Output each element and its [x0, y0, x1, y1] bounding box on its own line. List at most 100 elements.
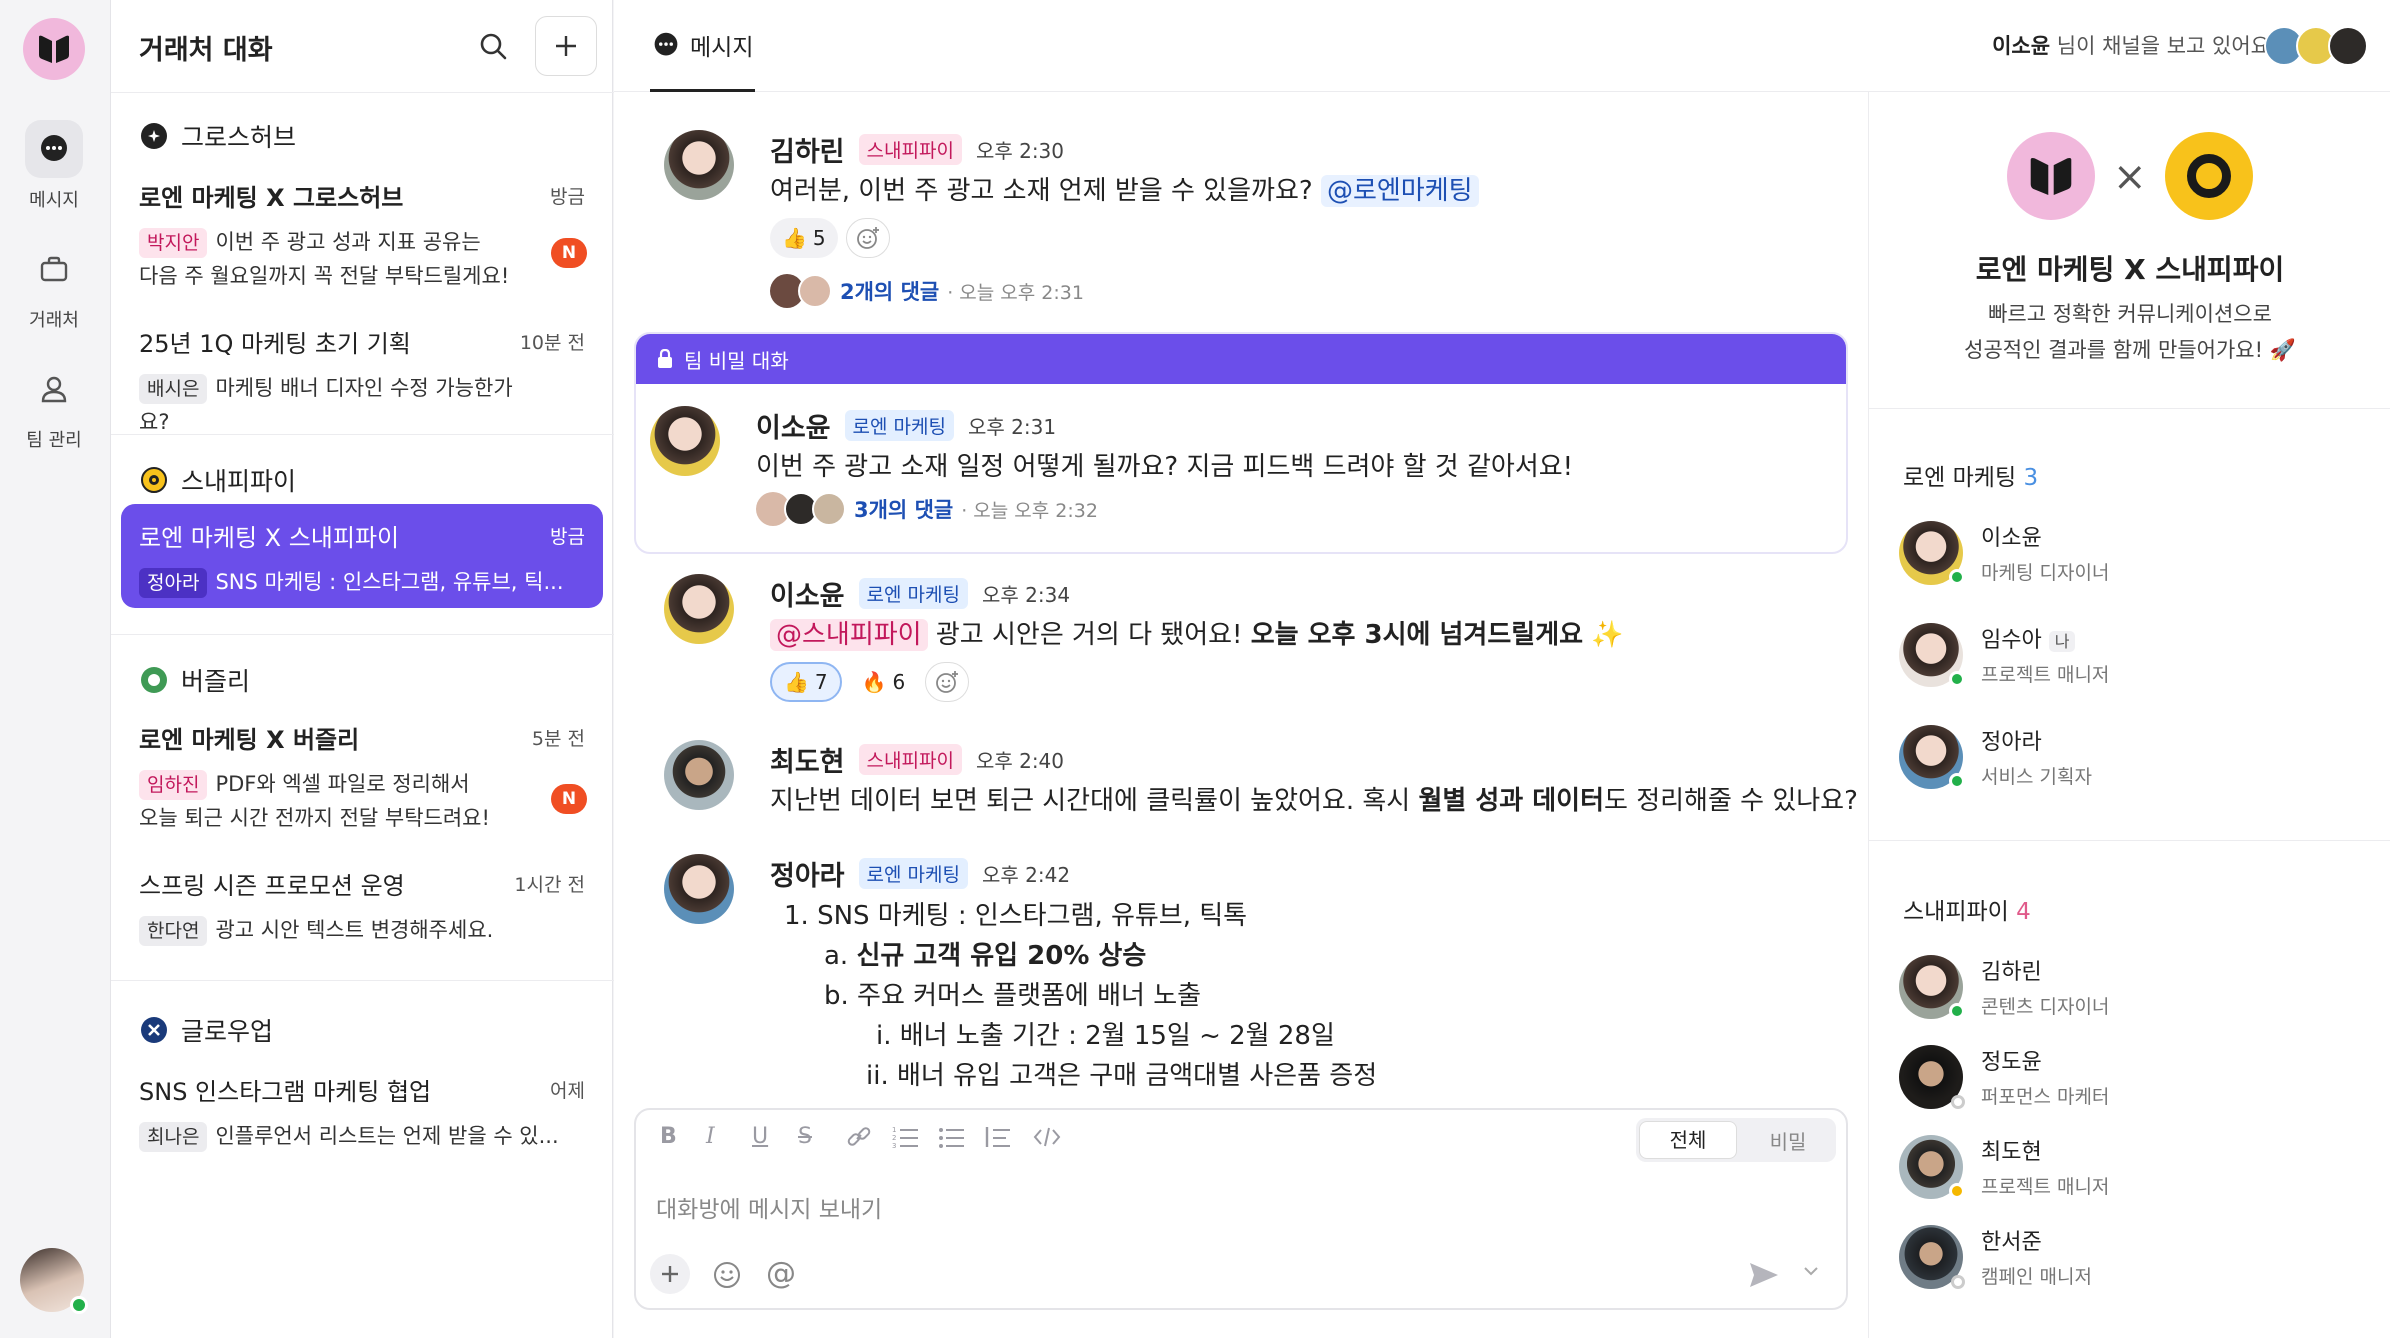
tab-label: 메시지 [690, 34, 754, 61]
briefcase-icon [25, 240, 83, 298]
avatar [2328, 26, 2368, 66]
member-item[interactable]: 임수아 나 프로젝트 매니저 [1899, 622, 2109, 687]
member-name: 최도현 [1981, 1140, 2042, 1165]
mention-icon[interactable]: @ [766, 1256, 796, 1291]
svg-text:1: 1 [892, 1126, 896, 1134]
send-icon[interactable] [1748, 1260, 1780, 1294]
team-header: 스내피파이 4 [1903, 892, 2031, 926]
message-input[interactable]: 대화방에 메시지 보내기 [656, 1190, 882, 1224]
message-header: 김하린 스내피파이 오후 2:30 [770, 130, 1064, 169]
member-item[interactable]: 최도현 프로젝트 매니저 [1899, 1134, 2109, 1199]
quote-icon[interactable] [984, 1124, 1012, 1156]
me-badge: 나 [2048, 631, 2076, 652]
member-item[interactable]: 정아라 서비스 기획자 [1899, 724, 2092, 789]
avatar[interactable] [664, 574, 734, 644]
avatar[interactable] [664, 740, 734, 810]
avatar[interactable] [664, 130, 734, 200]
conversation-item[interactable]: 스프링 시즌 프로모션 운영 1시간 전 한다연 광고 시안 텍스트 변경해주세요. [121, 852, 603, 952]
author-name[interactable]: 정아라 [770, 854, 845, 893]
reaction-fire[interactable]: 🔥 6 [849, 662, 918, 702]
message-composer: B I U S 123 전체 비밀 대화방에 메시지 보내기 @ [634, 1108, 1848, 1310]
author-name[interactable]: 최도현 [770, 740, 845, 779]
app-logo[interactable] [23, 18, 85, 80]
my-avatar[interactable] [20, 1248, 88, 1314]
preview-text: PDF와 엑셀 파일로 정리해서 [215, 772, 470, 796]
visibility-secret-button[interactable]: 비밀 [1740, 1126, 1836, 1155]
member-item[interactable]: 정도윤 퍼포먼스 마케터 [1899, 1044, 2109, 1109]
conversation-list-panel: 거래처 대화 그로스허브 로엔 마케팅 X 그로스허브 방금 박지안 이번 주 광고… [110, 0, 614, 1338]
rail-item-clients[interactable]: 거래처 [0, 240, 108, 332]
tab-messages[interactable]: 메시지 [650, 0, 756, 92]
message-time: 오후 2:42 [981, 863, 1071, 887]
online-dot [1949, 772, 1965, 789]
chevron-down-icon[interactable] [1802, 1262, 1820, 1284]
conversation-item[interactable]: 25년 1Q 마케팅 초기 기획 10분 전 배시은 마케팅 배너 디자인 수정 가… [121, 310, 603, 434]
mention[interactable]: @스내피파이 [770, 619, 928, 651]
member-item[interactable]: 이소윤 마케팅 디자이너 [1899, 520, 2109, 585]
link-icon[interactable] [846, 1124, 872, 1156]
buzzly-logo-icon [141, 667, 167, 693]
preview-text: 오늘 퇴근 시간 전까지 전달 부탁드려요! [139, 806, 490, 830]
avatar[interactable] [664, 854, 734, 924]
group-header[interactable]: 스내피파이 [111, 462, 614, 498]
reply-count[interactable]: 3개의 댓글 [854, 494, 953, 524]
conversation-item[interactable]: SNS 인스타그램 마케팅 협업 어제 최나은 인플루언서 리스트는 언제 받을 수… [121, 1058, 603, 1158]
conversation-item[interactable]: 로엔 마케팅 X 그로스허브 방금 박지안 이번 주 광고 성과 지표 공유는 다음 … [121, 164, 603, 304]
rail-item-team[interactable]: 팀 관리 [0, 360, 108, 452]
text: 지난번 데이터 보면 퇴근 시간대에 클릭률이 높았어요. 혹시 [770, 786, 1419, 816]
rail-item-messages[interactable]: 메시지 [0, 120, 108, 212]
add-reaction-button[interactable] [845, 218, 890, 258]
company-label: 로엔 마케팅 [858, 858, 968, 889]
reaction-thumbs-up[interactable]: 👍 7 [770, 662, 842, 702]
emoji-icon[interactable] [712, 1260, 742, 1294]
code-icon[interactable] [1032, 1124, 1062, 1156]
svg-text:3: 3 [892, 1142, 896, 1150]
reply-thread[interactable]: 3개의 댓글 · 오늘 오후 2:32 [756, 492, 1098, 526]
reaction-thumbs-up[interactable]: 👍 5 [770, 218, 838, 258]
author-name[interactable]: 이소윤 [770, 574, 845, 613]
member-item[interactable]: 한서준 캠페인 매니저 [1899, 1224, 2092, 1289]
bullet-list-icon[interactable] [938, 1124, 966, 1156]
channel-title: 로엔 마케팅 X 스내피파이 [1975, 253, 2285, 286]
divider [111, 434, 614, 435]
team-name: 로엔 마케팅 [1903, 465, 2017, 491]
group-header[interactable]: 글로우업 [111, 1012, 614, 1048]
viewer-avatars[interactable] [2264, 26, 2368, 66]
author-name[interactable]: 이소윤 [756, 406, 831, 445]
avatar[interactable] [650, 406, 720, 476]
preview-text: 다음 주 월요일까지 꼭 전달 부탁드릴게요! [139, 264, 510, 288]
attach-button[interactable] [650, 1254, 690, 1294]
ordered-list-icon[interactable]: 123 [892, 1124, 920, 1156]
reply-thread[interactable]: 2개의 댓글 · 오늘 오후 2:31 [770, 274, 1084, 308]
message-list: 1. SNS 마케팅 : 인스타그램, 유튜브, 틱톡 a. 신규 고객 유입 … [784, 896, 1377, 1096]
italic-icon[interactable]: I [706, 1124, 715, 1149]
mention[interactable]: @로엔마케팅 [1320, 175, 1479, 207]
visibility-all-button[interactable]: 전체 [1639, 1121, 1737, 1159]
underline-icon[interactable]: U [752, 1124, 768, 1149]
group-header[interactable]: 그로스허브 [111, 118, 614, 154]
conversation-time: 5분 전 [531, 728, 585, 750]
strikethrough-icon[interactable]: S [798, 1124, 812, 1149]
company-label: 로엔 마케팅 [844, 410, 954, 441]
reply-count[interactable]: 2개의 댓글 [840, 276, 939, 306]
reaction-count: 5 [812, 226, 826, 250]
conversation-title: 25년 1Q 마케팅 초기 기획 [139, 330, 411, 358]
author-name[interactable]: 김하린 [770, 130, 845, 169]
new-conversation-button[interactable] [535, 16, 597, 76]
search-icon[interactable] [473, 26, 513, 66]
message-time: 오후 2:30 [975, 139, 1065, 163]
company-label: 스내피파이 [858, 744, 962, 775]
group-growthhub: 그로스허브 [111, 118, 614, 154]
conversation-item[interactable]: 로엔 마케팅 X 버즐리 5분 전 임하진 PDF와 엑셀 파일로 정리해서 오늘 퇴… [121, 706, 603, 846]
chat-area: 김하린 스내피파이 오후 2:30 여러분, 이번 주 광고 소재 언제 받을 … [614, 0, 1868, 1338]
list-item: ii. 배너 유입 고객은 구매 금액대별 사은품 증정 [866, 1061, 1378, 1091]
viewer-text: 님이 채널을 보고 있어요 [2056, 34, 2270, 58]
avatar [1899, 520, 1965, 585]
text: 여러분, 이번 주 광고 소재 언제 받을 수 있을까요? [770, 176, 1313, 206]
add-reaction-button[interactable] [925, 662, 970, 702]
group-header[interactable]: 버즐리 [111, 662, 614, 698]
preview-text: 인플루언서 리스트는 언제 받을 수 있... [215, 1124, 559, 1148]
member-item[interactable]: 김하린 콘텐츠 디자이너 [1899, 954, 2109, 1019]
bold-icon[interactable]: B [660, 1124, 677, 1149]
conversation-item-selected[interactable]: 로엔 마케팅 X 스내피파이 방금 정아라 SNS 마케팅 : 인스타그램, 유튜브… [121, 504, 603, 608]
